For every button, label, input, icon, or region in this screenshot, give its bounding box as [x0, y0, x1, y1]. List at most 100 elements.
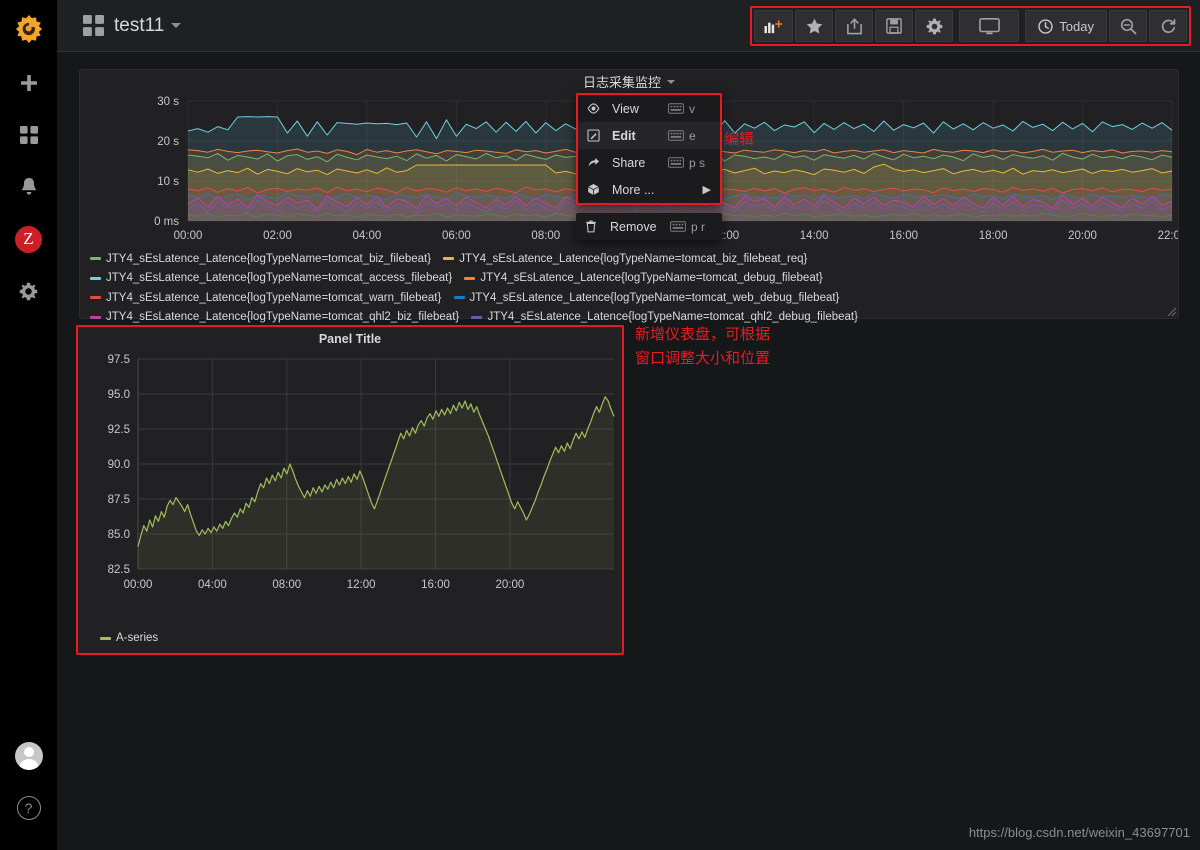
sidebar-item-alerting[interactable]	[0, 161, 57, 213]
svg-text:85.0: 85.0	[108, 529, 130, 541]
svg-text:0 ms: 0 ms	[154, 216, 179, 228]
zoom-out-button[interactable]	[1109, 10, 1147, 42]
menu-item-shortcut: e	[689, 128, 696, 143]
sidebar-item-user-profile[interactable]	[0, 730, 57, 782]
legend-label: JTY4_sEsLatence_Latence{logTypeName=tomc…	[459, 252, 808, 265]
share-dashboard-button[interactable]	[835, 10, 874, 42]
menu-item-shortcut: v	[689, 101, 695, 116]
clock-icon	[1038, 18, 1053, 34]
svg-text:22:00: 22:00	[1158, 230, 1178, 242]
menu-item-share[interactable]: Share p s	[578, 149, 720, 176]
sidebar-item-help[interactable]: ?	[0, 782, 57, 834]
svg-text:04:00: 04:00	[198, 579, 227, 591]
svg-text:08:00: 08:00	[272, 579, 301, 591]
panel-resize-handle[interactable]	[1166, 306, 1177, 317]
panel-gauge-title-text[interactable]: Panel Title	[78, 332, 622, 346]
legend-label: JTY4_sEsLatence_Latence{logTypeName=tomc…	[106, 311, 460, 323]
monitor-icon	[978, 17, 1000, 34]
eye-icon	[587, 102, 607, 115]
keyboard-icon	[668, 103, 684, 114]
gear-icon	[926, 18, 943, 34]
svg-text:20 s: 20 s	[157, 136, 179, 148]
cube-icon	[587, 183, 607, 196]
edit-pencil-icon	[587, 129, 607, 142]
sidebar-item-create[interactable]	[0, 57, 57, 109]
legend-label: A-series	[116, 632, 159, 644]
legend-item[interactable]: JTY4_sEsLatence_Latence{logTypeName=tomc…	[90, 308, 459, 326]
legend-color-swatch	[471, 315, 483, 319]
menu-item-more[interactable]: More ... ▶	[578, 176, 720, 203]
toolbar-kiosk-group	[959, 10, 1020, 42]
legend-item[interactable]: JTY4_sEsLatence_Latence{logTypeName=tomc…	[90, 250, 431, 268]
svg-text:00:00: 00:00	[124, 579, 153, 591]
context-menu-remove-group: Remove p r	[576, 213, 722, 240]
panel-logs-title-text: 日志采集监控	[582, 75, 661, 90]
add-panel-button[interactable]	[754, 10, 794, 42]
legend-item[interactable]: JTY4_sEsLatence_Latence{logTypeName=tomc…	[443, 250, 807, 268]
menu-item-label: Edit	[612, 128, 636, 143]
legend-color-swatch	[90, 315, 101, 319]
svg-text:82.5: 82.5	[108, 564, 130, 576]
user-avatar	[14, 742, 43, 770]
legend-item[interactable]: JTY4_sEsLatence_Latence{logTypeName=tomc…	[453, 289, 840, 307]
tv-kiosk-button[interactable]	[959, 10, 1020, 42]
svg-text:30 s: 30 s	[157, 96, 179, 108]
svg-text:95.0: 95.0	[108, 389, 130, 401]
keyboard-icon	[668, 157, 684, 168]
svg-text:92.5: 92.5	[108, 424, 130, 436]
legend-item[interactable]: JTY4_sEsLatence_Latence{logTypeName=tomc…	[90, 269, 452, 287]
menu-item-label: Share	[612, 155, 646, 170]
legend-item[interactable]: A-series	[100, 632, 158, 644]
dashboard-switcher-icon	[82, 15, 104, 36]
menu-item-shortcut: p s	[689, 155, 706, 170]
dashboard-switcher-button[interactable]	[76, 0, 110, 52]
legend-item[interactable]: JTY4_sEsLatence_Latence{logTypeName=tomc…	[90, 289, 441, 307]
svg-text:87.5: 87.5	[108, 494, 130, 506]
sidebar-item-dashboards[interactable]	[0, 109, 57, 161]
search-minus-icon	[1120, 18, 1136, 34]
menu-item-label: View	[612, 101, 639, 116]
grafana-logo[interactable]	[0, 0, 57, 57]
panel-logs-title-menu[interactable]: 日志采集监控	[583, 72, 675, 91]
annotation-edit-label: 编辑	[724, 130, 755, 148]
alerting-bell-icon	[21, 178, 36, 195]
legend-label: JTY4_sEsLatence_Latence{logTypeName=tomc…	[106, 291, 442, 304]
star-dashboard-button[interactable]	[795, 10, 834, 42]
legend-color-swatch	[443, 257, 455, 260]
save-dashboard-button[interactable]	[875, 10, 914, 42]
time-picker-button[interactable]: Today	[1025, 10, 1107, 42]
legend-label: JTY4_sEsLatence_Latence{logTypeName=tomc…	[469, 291, 840, 304]
annotation-new-panel-label: 新增仪表盘，可根据 窗口调整大小和位置	[635, 325, 771, 367]
watermark-url: https://blog.csdn.net/weixin_43697701	[968, 825, 1190, 840]
legend-color-swatch	[90, 276, 101, 280]
sidebar-item-configuration[interactable]	[0, 265, 57, 317]
main-sidebar: Z ?	[0, 0, 57, 850]
chevron-down-icon	[667, 79, 675, 84]
legend-color-swatch	[453, 296, 465, 299]
gauge-chart-plot[interactable]: 82.5 85.0 87.5 90.0 92.5 95.0 97.5 00:00 04:00 08…	[78, 349, 622, 614]
menu-item-view[interactable]: View v	[578, 95, 720, 122]
svg-text:90.0: 90.0	[108, 459, 130, 471]
trash-icon	[585, 220, 605, 233]
dashboard-settings-button[interactable]	[915, 10, 954, 42]
zabbix-plugin-icon: Z	[15, 225, 42, 253]
create-add-icon	[20, 75, 37, 91]
refresh-button[interactable]	[1149, 10, 1187, 42]
svg-text:16:00: 16:00	[889, 230, 918, 242]
menu-item-label: Remove	[610, 219, 657, 234]
legend-label: JTY4_sEsLatence_Latence{logTypeName=tomc…	[106, 272, 453, 284]
menu-item-edit[interactable]: Edit e	[578, 122, 720, 149]
svg-text:10 s: 10 s	[157, 176, 179, 188]
panel-header-logs: 日志采集监控	[80, 70, 1178, 93]
menu-item-label: More ...	[612, 182, 655, 197]
svg-text:20:00: 20:00	[495, 579, 524, 591]
legend-label: JTY4_sEsLatence_Latence{logTypeName=tomc…	[106, 252, 432, 265]
sidebar-item-zabbix[interactable]: Z	[0, 213, 57, 265]
panel-context-menu: View v Edit e Share p s More ... ▶ Remove p r	[576, 93, 722, 240]
legend-color-swatch	[464, 276, 476, 280]
toolbar-time-group: Today	[1025, 10, 1187, 42]
menu-item-remove[interactable]: Remove p r	[576, 213, 722, 240]
legend-item[interactable]: JTY4_sEsLatence_Latence{logTypeName=tomc…	[464, 269, 823, 287]
chevron-right-icon: ▶	[702, 184, 711, 196]
dashboard-title[interactable]: test11	[114, 15, 182, 37]
